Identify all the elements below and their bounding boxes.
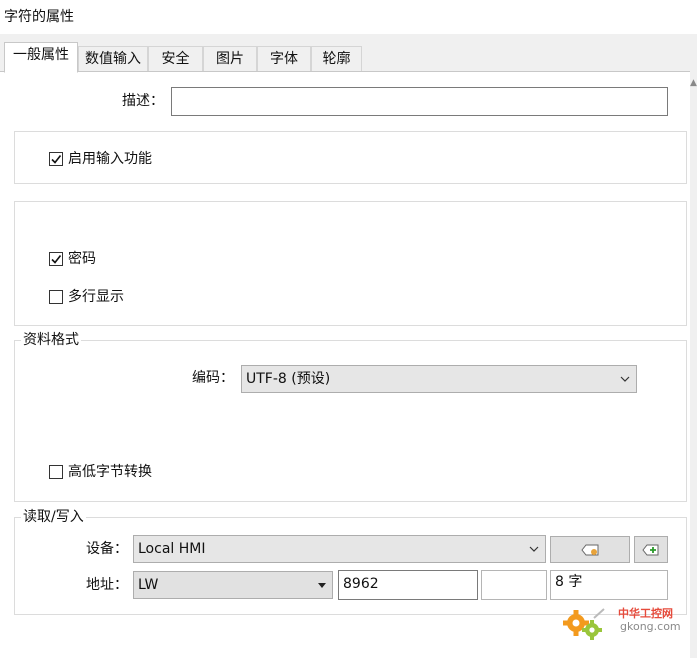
tab-outline[interactable]: 轮廓: [311, 46, 362, 72]
device-value: Local HMI: [138, 541, 206, 557]
data-format-title: 资料格式: [21, 332, 81, 348]
address-type-value: LW: [138, 577, 159, 593]
address-type-select[interactable]: LW: [133, 571, 333, 599]
encoding-label: 编码：: [192, 370, 234, 386]
length-field: 8 字: [550, 570, 668, 600]
tab-picture[interactable]: 图片: [203, 46, 257, 72]
gkong-watermark: 中华工控网 gkong.com: [560, 603, 697, 643]
window-title: 字符的属性: [4, 9, 74, 25]
tab-general[interactable]: 一般属性: [4, 42, 78, 73]
password-checkbox[interactable]: [49, 252, 63, 266]
password-label: 密码: [68, 251, 96, 267]
chevron-down-icon: [529, 536, 539, 562]
add-device-button[interactable]: [634, 536, 668, 563]
tab-security[interactable]: 安全: [148, 46, 203, 72]
device-select[interactable]: Local HMI: [133, 535, 546, 563]
tag-add-icon: [642, 544, 659, 555]
read-write-group: [14, 517, 687, 615]
tab-font[interactable]: 字体: [257, 46, 311, 72]
scroll-up-icon[interactable]: ▲: [690, 76, 697, 90]
address-extra-input[interactable]: [481, 570, 547, 600]
address-input[interactable]: 8962: [338, 570, 478, 600]
description-label: 描述：: [122, 93, 164, 109]
title-bar: 字符的属性: [0, 0, 697, 34]
tab-numeric-input[interactable]: 数值输入: [78, 46, 148, 72]
encoding-value: UTF-8 (预设): [246, 371, 331, 387]
device-label: 设备：: [86, 541, 128, 557]
tag-settings-icon: [581, 544, 599, 555]
byte-swap-label: 高低字节转换: [68, 464, 152, 480]
device-settings-button[interactable]: [550, 536, 630, 563]
checkmark-icon: [51, 255, 62, 264]
multiline-label: 多行显示: [68, 289, 124, 305]
address-label: 地址：: [86, 577, 128, 593]
byte-swap-checkbox[interactable]: [49, 465, 63, 479]
input-enable-checkbox[interactable]: [49, 152, 63, 166]
tab-strip: 一般属性 数值输入 安全 图片 字体 轮廓: [0, 34, 697, 73]
options-group: [14, 201, 687, 326]
checkmark-icon: [51, 155, 62, 164]
dropdown-triangle-icon: [318, 572, 326, 598]
scrollbar-track[interactable]: [690, 71, 697, 658]
chevron-down-icon: [620, 366, 630, 392]
watermark-text-en: gkong.com: [620, 620, 681, 633]
encoding-select[interactable]: UTF-8 (预设): [241, 365, 637, 393]
read-write-title: 读取/写入: [21, 509, 86, 525]
multiline-checkbox[interactable]: [49, 290, 63, 304]
input-enable-label: 启用输入功能: [68, 151, 152, 167]
watermark-text-cn: 中华工控网: [618, 607, 673, 620]
description-input[interactable]: [171, 87, 668, 116]
